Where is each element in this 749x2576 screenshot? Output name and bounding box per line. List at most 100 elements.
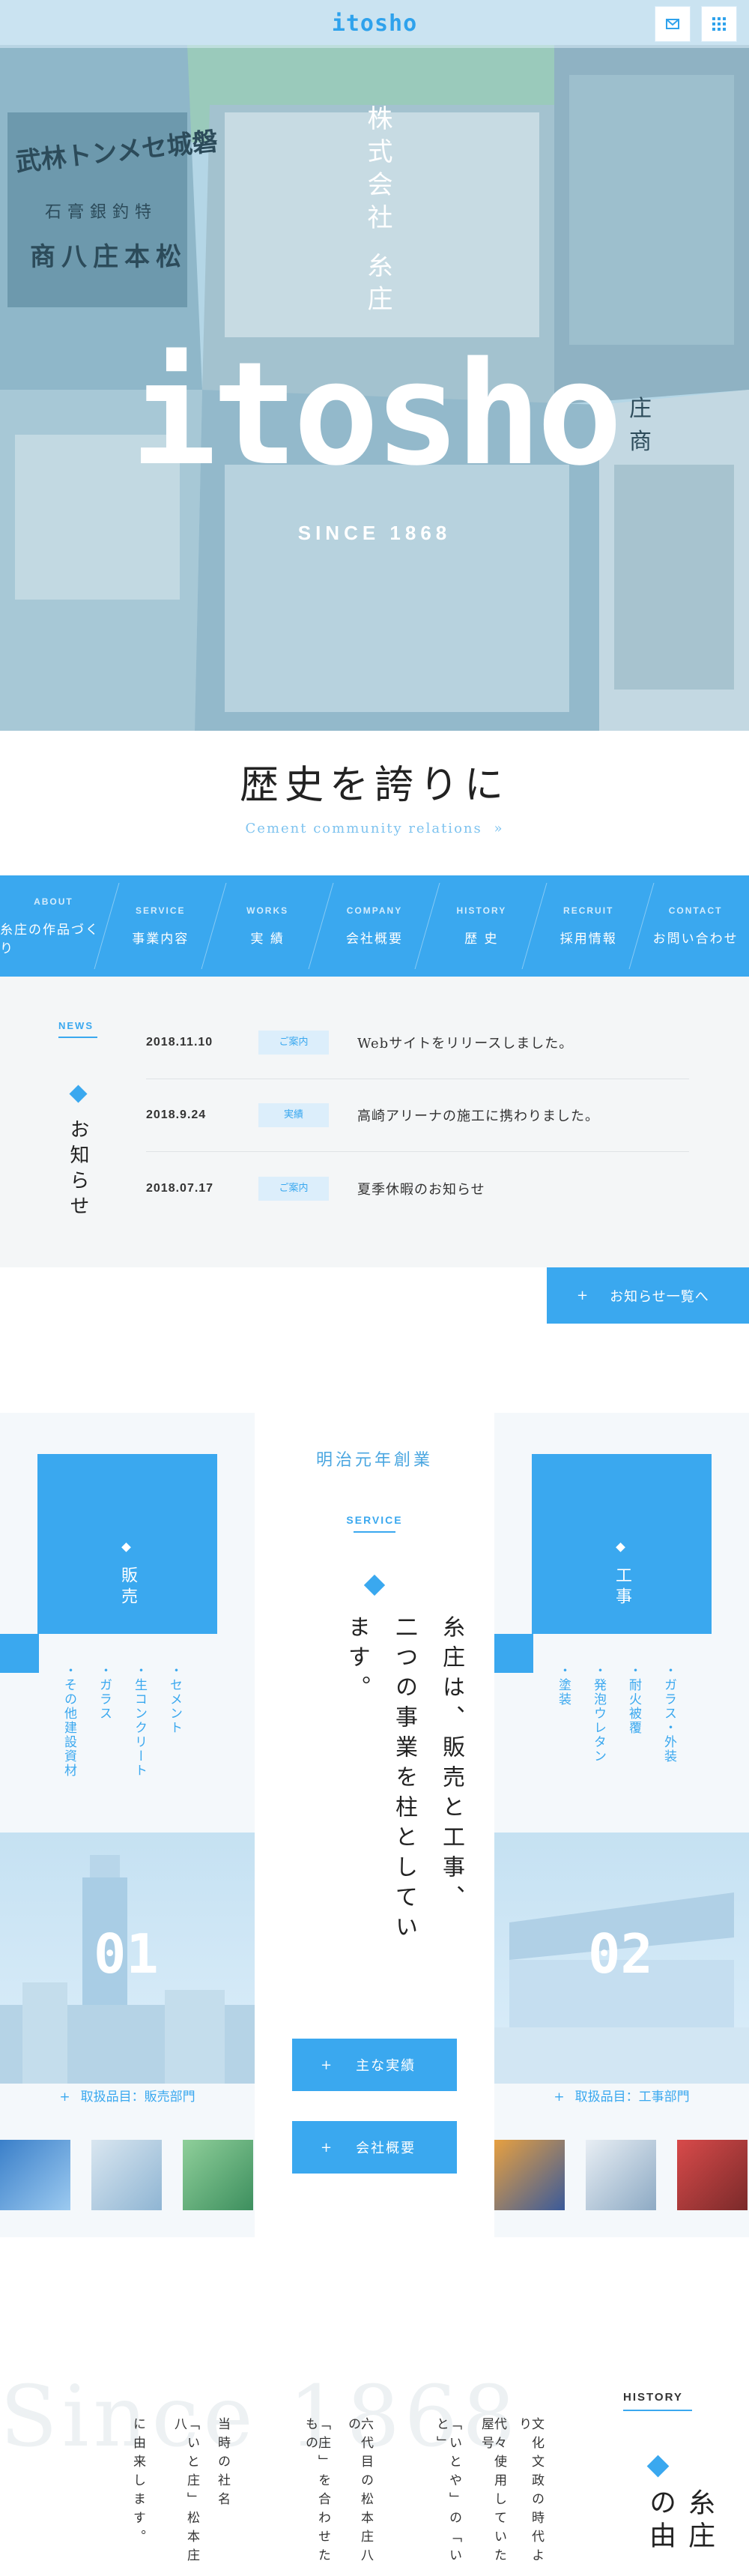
nav-item-service[interactable]: SERVICE 事業内容 [107,875,227,977]
history-section: Since 1868 文化文政の時代より 代々使用していた屋号 「いとや」の「い… [0,2293,749,2576]
grid-menu-icon [712,17,726,31]
list-item: ・その他建設資材 [61,1664,76,1778]
works-thumbnail[interactable] [586,2140,656,2210]
news-date: 2018.07.17 [146,1181,214,1195]
site-header: itosho [0,0,749,48]
history-text-line: 六代目の松本庄八の [345,2417,373,2567]
nav-item-en: HISTORY [456,905,507,916]
hero-plaque-text: 株式会社 糸庄 [363,105,392,319]
hero-since: SINCE 1868 [297,522,452,544]
nav-item-label: 実 績 [250,932,285,947]
service-copy-line: 糸庄は、販売と工事、 [438,1615,464,1915]
news-text: Webサイトをリリースしました。 [357,1036,574,1052]
nav-item-label: 事業内容 [132,932,189,947]
works-thumbnail[interactable] [677,2140,748,2210]
works-thumbnail[interactable] [183,2140,253,2210]
mail-button[interactable] [655,6,691,42]
nav-item-en: COMPANY [346,905,403,916]
sales-items-link-label: 取扱品目：販売部門 [80,2090,195,2105]
construction-items-link[interactable]: + 取扱品目：工事部門 [494,2086,749,2105]
plus-icon: + [554,2090,565,2105]
diamond-icon [69,1085,88,1103]
hero-sign-left3: 商八庄本松 [30,242,187,272]
nav-item-label: 会社概要 [346,932,403,947]
works-button-label: 主な実績 [356,2058,416,2074]
news-category-badge: ご案内 [258,1031,329,1055]
nav-item-label: 歴 史 [464,932,499,947]
menu-button[interactable] [701,6,737,42]
news-list-button-label: お知らせ一覧へ [610,1288,709,1305]
double-chevron-icon: » [494,821,504,836]
service-lead: 明治元年創業 [315,1451,433,1470]
list-item: ・生コンクリート [132,1664,147,1778]
nav-item-works[interactable]: WORKS 実 績 [214,875,334,977]
news-label: NEWS [58,1020,94,1031]
history-label-underline [623,2410,692,2411]
history-label: HISTORY [623,2391,683,2404]
sales-title: 販売 [118,1566,137,1608]
works-thumbnail[interactable] [0,2140,70,2210]
works-button[interactable]: + 主な実績 [292,2039,457,2091]
plus-icon: + [59,2090,70,2105]
news-text: 夏季休暇のお知らせ [357,1181,485,1198]
decor-square [494,1634,533,1673]
nav-item-label: 糸庄の作品づくり [0,922,100,956]
news-category-badge: 実績 [258,1103,329,1127]
sales-panel: 販売 ・セメント ・生コンクリート ・ガラス ・その他建設資材 01 + 取扱品目… [0,1413,255,2237]
global-nav: ABOUT 糸庄の作品づくり SERVICE 事業内容 WORKS 実 績 COMPA… [0,875,749,977]
nav-item-recruit[interactable]: RECRUIT 採用情報 [535,875,655,977]
nav-item-label: 採用情報 [560,932,617,947]
mail-icon [666,19,679,29]
history-text-line: 「いと庄」松本庄八 [172,2417,199,2567]
hero-sign-left2: 石膏銀釣特 [45,203,158,222]
news-category-badge: ご案内 [258,1176,329,1201]
service-label: SERVICE [346,1514,403,1526]
list-item: ・セメント [167,1664,182,1735]
plus-icon: + [321,2139,334,2156]
construction-title: 工事 [613,1566,631,1608]
nav-item-en: SERVICE [136,905,186,916]
service-section: 販売 ・セメント ・生コンクリート ・ガラス ・その他建設資材 01 + 取扱品目… [0,1413,749,2237]
works-thumbnail[interactable] [494,2140,565,2210]
list-item: ・発泡ウレタン [591,1664,606,1764]
history-title: 糸庄の由 [645,2488,715,2554]
page-subtitle: Cement community relations » [0,821,749,836]
history-text-line: 「いとや」の「いと」 [434,2417,461,2567]
history-text-line: に由来します。 [130,2417,145,2548]
nav-item-en: RECRUIT [563,905,614,916]
service-label-underline [354,1531,395,1533]
nav-item-about[interactable]: ABOUT 糸庄の作品づくり [0,875,120,977]
news-item[interactable]: 2018.07.17 ご案内 夏季休暇のお知らせ [146,1152,689,1225]
sales-title-box[interactable]: 販売 [37,1454,217,1634]
page-subtitle-text: Cement community relations [245,821,482,836]
news-item[interactable]: 2018.9.24 実績 高崎アリーナの施工に携わりました。 [146,1079,689,1152]
service-copy-line: 二つの事業を柱としています。 [344,1615,417,1945]
news-list-button[interactable]: + お知らせ一覧へ [547,1267,749,1324]
nav-item-en: WORKS [246,905,289,916]
construction-item-list: ・ガラス・外装 ・耐火被覆 ・発泡ウレタン ・塗装 [554,1664,679,1764]
site-logo[interactable]: itosho [0,10,749,37]
sales-number: 01 [94,1922,159,1985]
nav-item-contact[interactable]: CONTACT お問い合わせ [642,875,749,977]
company-button[interactable]: + 会社概要 [292,2121,457,2174]
history-text-line: 代々使用していた屋号 [479,2417,506,2567]
list-item: ・ガラス [97,1664,112,1721]
history-text-line: 文化文政の時代より [516,2417,544,2567]
diamond-icon [121,1542,131,1552]
sales-items-link[interactable]: + 取扱品目：販売部門 [0,2086,255,2105]
diamond-icon [646,2455,670,2478]
nav-item-company[interactable]: COMPANY 会社概要 [321,875,440,977]
plus-icon: + [321,2057,334,2073]
news-title: お知らせ [67,1119,89,1221]
works-thumbnail[interactable] [91,2140,162,2210]
construction-title-box[interactable]: 工事 [532,1454,712,1634]
page-title: 歴史を誇りに [239,763,509,808]
service-copy: 糸庄は、販売と工事、 二つの事業を柱としています。 [333,1615,475,1967]
nav-item-history[interactable]: HISTORY 歴 史 [428,875,548,977]
news-date: 2018.9.24 [146,1108,207,1121]
construction-panel: 工事 ・ガラス・外装 ・耐火被覆 ・発泡ウレタン ・塗装 02 + 取扱品目：工事… [494,1413,749,2237]
news-section: NEWS お知らせ 2018.11.10 ご案内 Webサイトをリリースしました… [0,977,749,1267]
news-item[interactable]: 2018.11.10 ご案内 Webサイトをリリースしました。 [146,1007,689,1079]
news-date: 2018.11.10 [146,1036,213,1049]
hero-logo-text: itosho [130,331,622,497]
